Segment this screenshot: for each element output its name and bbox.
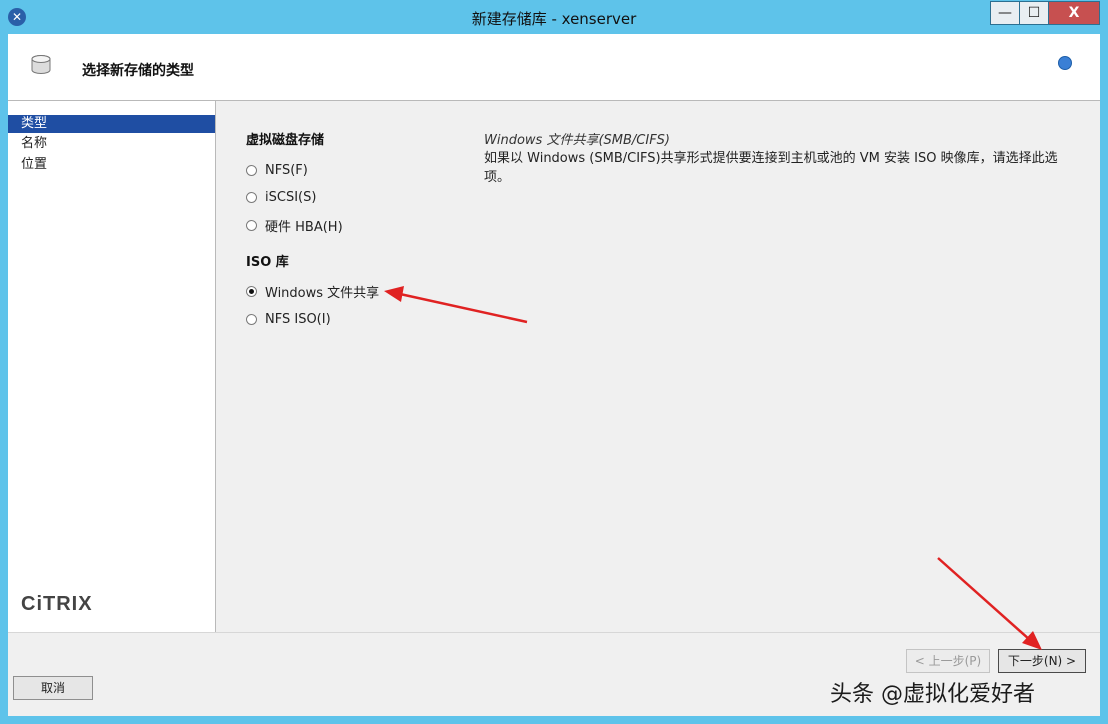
radio-option-windows-share[interactable]: Windows 文件共享 <box>246 282 380 301</box>
title-bar: ✕ 新建存储库 - xenserver — ☐ X <box>0 0 1108 34</box>
page-title: 选择新存储的类型 <box>82 63 194 79</box>
next-button[interactable]: 下一步(N) > <box>998 649 1086 673</box>
back-button[interactable]: < 上一步(P) <box>906 649 990 673</box>
radio-button[interactable] <box>246 164 257 176</box>
close-button[interactable]: X <box>1048 1 1100 25</box>
radio-option-iscsi[interactable]: iSCSI(S) <box>246 188 316 206</box>
wizard-content: 虚拟磁盘存储 NFS(F) iSCSI(S) 硬件 HBA(H) ISO 库 W… <box>216 101 1100 632</box>
sidebar-item-type[interactable]: 类型 <box>8 115 215 133</box>
radio-option-hba[interactable]: 硬件 HBA(H) <box>246 216 343 235</box>
radio-button[interactable] <box>246 219 257 231</box>
storage-icon <box>31 55 51 74</box>
sidebar-item-location[interactable]: 位置 <box>8 156 215 174</box>
radio-label: Windows 文件共享 <box>265 285 380 301</box>
radio-option-nfs[interactable]: NFS(F) <box>246 161 308 179</box>
window-title: 新建存储库 - xenserver <box>471 10 637 28</box>
wizard-steps-sidebar: 类型 名称 位置 CiTRIX <box>8 101 216 633</box>
wizard-window: 选择新存储的类型 类型 名称 位置 CiTRIX 虚拟磁盘存储 NFS(F) i… <box>8 34 1100 716</box>
citrix-logo: CiTRIX <box>21 593 93 615</box>
radio-option-nfs-iso[interactable]: NFS ISO(I) <box>246 310 331 328</box>
radio-button-selected[interactable] <box>246 285 257 297</box>
sidebar-item-name[interactable]: 名称 <box>8 135 215 153</box>
maximize-button[interactable]: ☐ <box>1019 1 1049 25</box>
radio-button[interactable] <box>246 191 257 203</box>
description-text: 如果以 Windows (SMB/CIFS)共享形式提供要连接到主机或池的 VM… <box>484 151 1058 185</box>
watermark-text: 头条 @虚拟化爱好者 <box>830 682 1035 707</box>
group-label-iso: ISO 库 <box>246 255 289 270</box>
group-label-virtual-disk: 虚拟磁盘存储 <box>246 133 325 148</box>
radio-label: NFS(F) <box>265 162 308 178</box>
radio-label: 硬件 HBA(H) <box>265 219 343 235</box>
description-title: Windows 文件共享(SMB/CIFS) <box>484 133 670 148</box>
minimize-button[interactable]: — <box>990 1 1020 25</box>
help-icon[interactable] <box>1058 56 1072 70</box>
footer-divider <box>8 632 1100 633</box>
cancel-button[interactable]: 取消 <box>13 676 93 700</box>
radio-button[interactable] <box>246 313 257 325</box>
wizard-header: 选择新存储的类型 <box>8 34 1100 101</box>
radio-label: NFS ISO(I) <box>265 311 331 327</box>
radio-label: iSCSI(S) <box>265 189 317 205</box>
